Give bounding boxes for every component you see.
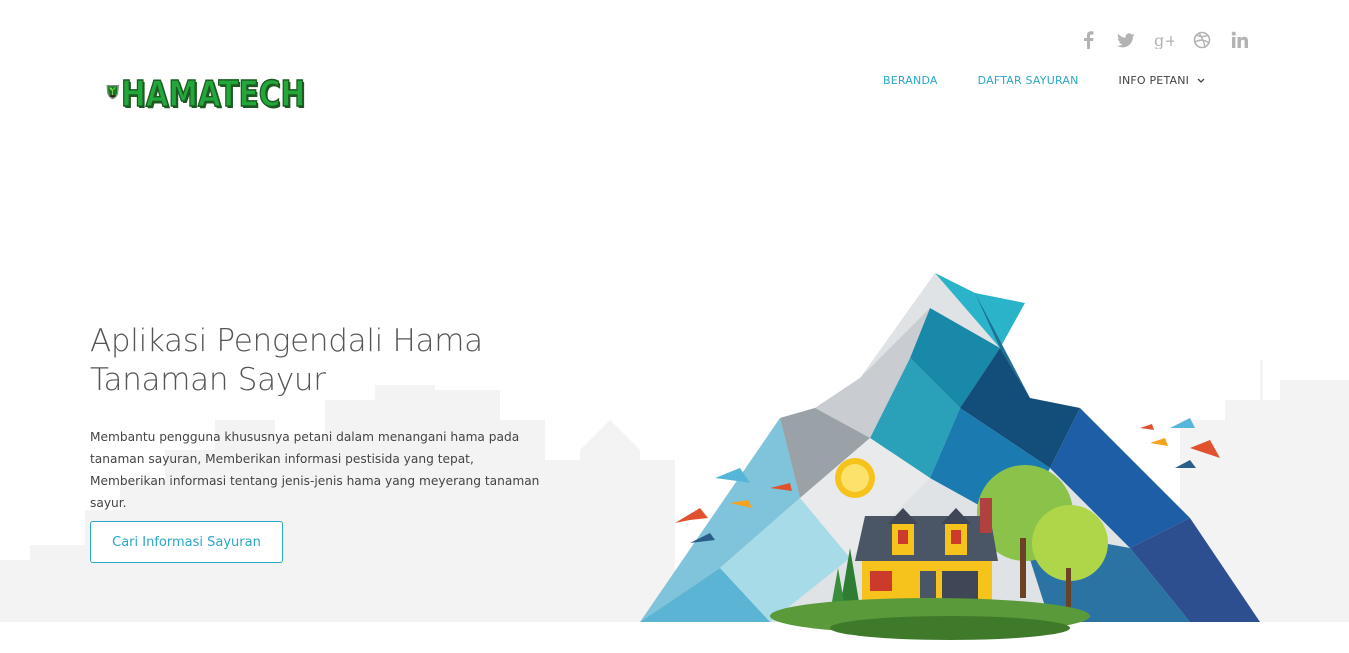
nav-item-info-petani-label: INFO PETANI: [1118, 74, 1190, 87]
svg-text:g+: g+: [1154, 31, 1174, 49]
twitter-icon[interactable]: [1116, 30, 1136, 50]
logo-text: HAMATECH: [121, 73, 306, 116]
hero-title-line-2: Tanaman Sayur: [90, 362, 326, 398]
hero-title: Aplikasi Pengendali Hama Tanaman Sayur: [90, 322, 570, 400]
nav-item-beranda[interactable]: BERANDA: [883, 74, 938, 87]
facebook-icon[interactable]: [1078, 30, 1098, 50]
shield-leaf-icon: [106, 85, 119, 100]
cari-informasi-sayuran-button[interactable]: Cari Informasi Sayuran: [90, 521, 283, 563]
nav-item-daftar-sayuran[interactable]: DAFTAR SAYURAN: [978, 74, 1079, 87]
social-links: g+: [1078, 30, 1250, 50]
chevron-down-icon: [1197, 78, 1205, 83]
sun-graphic: [835, 458, 875, 498]
google-plus-icon[interactable]: g+: [1154, 30, 1174, 50]
main-nav: BERANDA DAFTAR SAYURAN INFO PETANI: [883, 74, 1205, 87]
page: HAMATECH g+ BERANDA DAFTAR SAYURAN INFO …: [0, 0, 1349, 653]
dribbble-icon[interactable]: [1192, 30, 1212, 50]
linkedin-icon[interactable]: [1230, 30, 1250, 50]
hero-title-line-1: Aplikasi Pengendali Hama: [90, 323, 483, 359]
hero-description: Membantu pengguna khususnya petani dalam…: [90, 430, 540, 510]
logo[interactable]: HAMATECH: [106, 52, 346, 132]
mountain-house-illustration: [640, 273, 1260, 640]
nav-item-info-petani[interactable]: INFO PETANI: [1119, 74, 1205, 87]
